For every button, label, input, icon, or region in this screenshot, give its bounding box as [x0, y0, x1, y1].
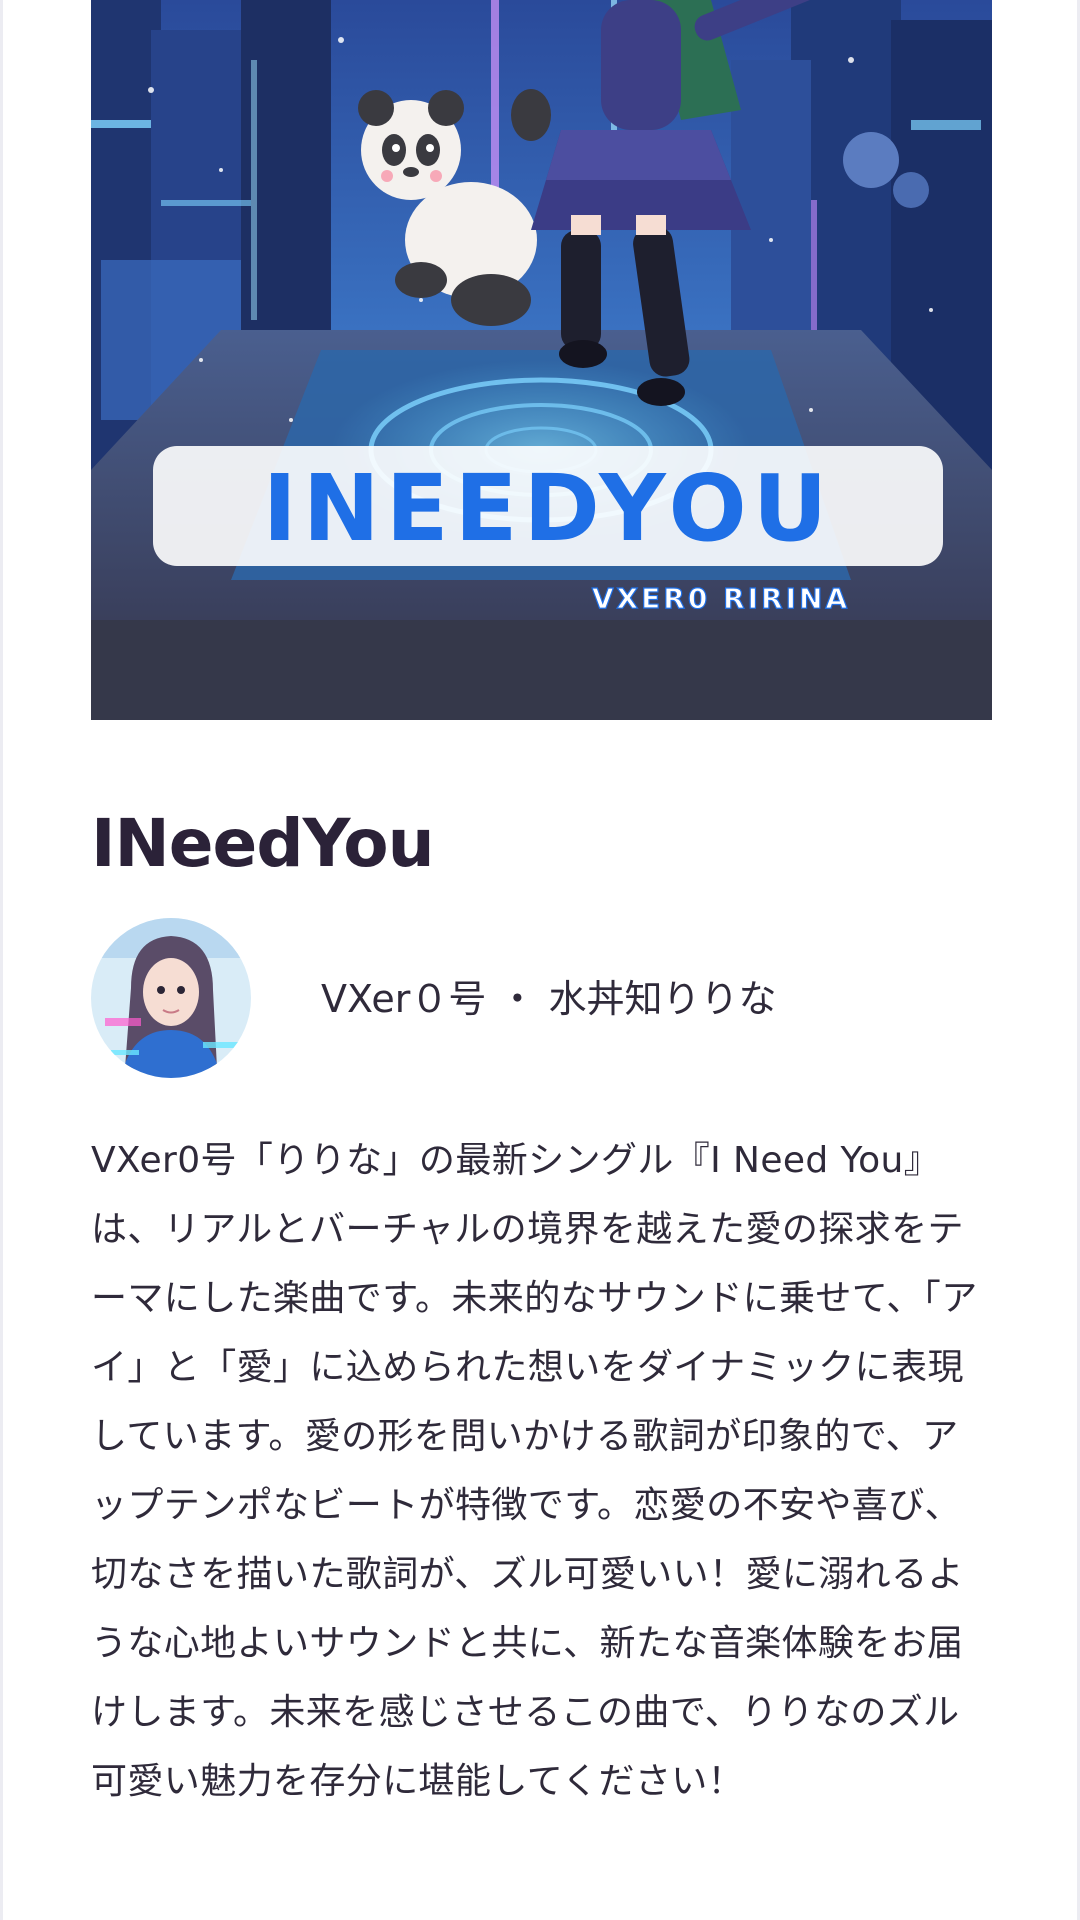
- artist-row[interactable]: VXer０号 ・ 水丼知りりな: [91, 918, 992, 1080]
- artist-name[interactable]: VXer０号 ・ 水丼知りりな: [321, 974, 776, 1024]
- cover-artwork[interactable]: INEEDYOU VXER0 RIRINA: [91, 0, 992, 720]
- song-detail-page: INEEDYOU VXER0 RIRINA INeedYou VXer０号 ・ …: [0, 0, 1080, 1920]
- song-title: INeedYou: [91, 805, 435, 882]
- svg-text:INEEDYOU: INEEDYOU: [263, 455, 834, 562]
- svg-text:VXER0 RIRINA: VXER0 RIRINA: [592, 582, 850, 615]
- page-edge-left: [0, 0, 3, 1920]
- artist-avatar[interactable]: [91, 918, 251, 1078]
- song-description: VXer0号「りりな」の最新シングル『I Need You』は、リアルとバーチャ…: [91, 1140, 978, 1802]
